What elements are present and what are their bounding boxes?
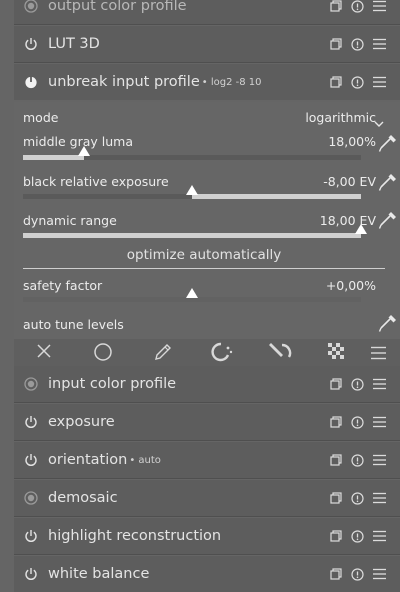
module-demosaic[interactable]: demosaic [14,480,400,516]
mask-toolbar [14,339,400,366]
module-label: • auto [129,454,161,466]
module-name: exposure [48,414,115,430]
reset-icon[interactable] [351,567,364,581]
menu-icon[interactable] [373,0,386,12]
middle-gray-value: 18,00% [328,134,376,149]
color-picker-icon[interactable] [378,313,398,337]
presets-icon[interactable] [330,76,342,88]
off-x-icon[interactable] [35,342,53,364]
middle-gray-slider[interactable] [23,146,361,160]
uniform-circle-icon[interactable] [93,342,113,366]
chevron-down-icon[interactable] [374,113,384,132]
module-highlight-reconstruction[interactable]: highlight reconstruction [14,518,400,554]
auto-tune-label: auto tune levels [23,317,124,332]
active-circle-icon[interactable] [14,491,48,505]
power-icon[interactable] [14,529,48,543]
black-exposure-slider[interactable] [23,185,361,199]
module-exposure[interactable]: exposure [14,404,400,440]
safety-factor-slider[interactable] [23,288,361,302]
presets-icon[interactable] [330,530,342,542]
menu-icon[interactable] [373,38,386,50]
module-lut-3d[interactable]: LUT 3D [14,26,400,62]
divider [23,268,385,269]
module-name: LUT 3D [48,36,100,52]
menu-icon[interactable] [373,530,386,542]
reset-icon[interactable] [351,415,364,429]
slider-marker[interactable] [186,288,198,298]
black-exposure-slider-row[interactable]: black relative exposure -8,00 EV [23,174,376,189]
drawn-pencil-icon[interactable] [153,342,173,366]
menu-icon[interactable] [373,568,386,580]
module-orientation[interactable]: orientation • auto [14,442,400,478]
optimize-automatically-button[interactable]: optimize automatically [23,247,385,263]
menu-icon[interactable] [371,345,386,364]
drawn-parametric-icon[interactable] [267,342,293,366]
module-name: orientation [48,452,128,468]
power-icon[interactable] [14,415,48,429]
color-picker-icon[interactable] [378,210,398,234]
slider-fill [23,155,84,160]
slider-marker[interactable] [77,146,90,156]
module-white-balance[interactable]: white balance [14,556,400,592]
active-circle-icon[interactable] [14,377,48,391]
module-input-color-profile[interactable]: input color profile [14,366,400,402]
reset-icon[interactable] [351,491,364,505]
slider-fill [23,233,361,238]
presets-icon[interactable] [330,454,342,466]
presets-icon[interactable] [330,568,342,580]
module-name: input color profile [48,376,177,392]
reset-icon[interactable] [351,377,364,391]
safety-factor-value: +0,00% [325,278,376,293]
module-name: demosaic [48,490,118,506]
black-exposure-label: black relative exposure [23,174,169,189]
dynamic-range-slider[interactable] [23,224,367,238]
presets-icon[interactable] [330,378,342,390]
presets-icon[interactable] [330,416,342,428]
module-label: • log2 -8 10 [201,76,262,88]
middle-gray-slider-row[interactable]: middle gray luma 18,00% [23,134,376,149]
unbreak-input-profile-panel: mode logarithmic middle gray luma 18,00%… [14,102,400,339]
menu-icon[interactable] [373,378,386,390]
dynamic-range-label: dynamic range [23,213,117,228]
safety-factor-label: safety factor [23,278,103,293]
module-unbreak-input-profile[interactable]: unbreak input profile • log2 -8 10 [14,64,400,100]
module-name: highlight reconstruction [48,528,222,544]
dynamic-range-slider-row[interactable]: dynamic range 18,00 EV [23,213,376,228]
presets-icon[interactable] [330,0,342,12]
active-circle-icon[interactable] [14,0,48,13]
presets-icon[interactable] [330,492,342,504]
presets-icon[interactable] [330,38,342,50]
dynamic-range-value: 18,00 EV [319,213,376,228]
slider-marker[interactable] [186,185,198,195]
module-name: unbreak input profile [48,74,200,90]
mode-value: logarithmic [305,110,376,125]
menu-icon[interactable] [373,416,386,428]
power-icon[interactable] [14,567,48,581]
module-name: white balance [48,566,150,582]
reset-icon[interactable] [351,75,364,89]
auto-tune-levels-row[interactable]: auto tune levels [23,317,376,332]
menu-icon[interactable] [373,492,386,504]
parametric-icon[interactable] [211,342,233,366]
menu-icon[interactable] [373,76,386,88]
reset-icon[interactable] [351,37,364,51]
module-output-color-profile[interactable]: output color profile [14,0,400,24]
power-on-icon[interactable] [14,75,48,89]
reset-icon[interactable] [351,453,364,467]
slider-marker[interactable] [355,224,367,234]
power-icon[interactable] [14,453,48,467]
mode-label: mode [23,110,59,125]
slider-fill [192,194,361,199]
mode-combobox[interactable]: mode logarithmic [23,110,376,125]
power-icon[interactable] [14,37,48,51]
black-exposure-value: -8,00 EV [323,174,376,189]
color-picker-icon[interactable] [378,133,398,157]
raster-icon[interactable] [327,342,345,364]
reset-icon[interactable] [351,529,364,543]
safety-factor-slider-row[interactable]: safety factor +0,00% [23,278,376,293]
color-picker-icon[interactable] [378,172,398,196]
menu-icon[interactable] [373,454,386,466]
reset-icon[interactable] [351,0,364,13]
module-name: output color profile [48,0,187,14]
